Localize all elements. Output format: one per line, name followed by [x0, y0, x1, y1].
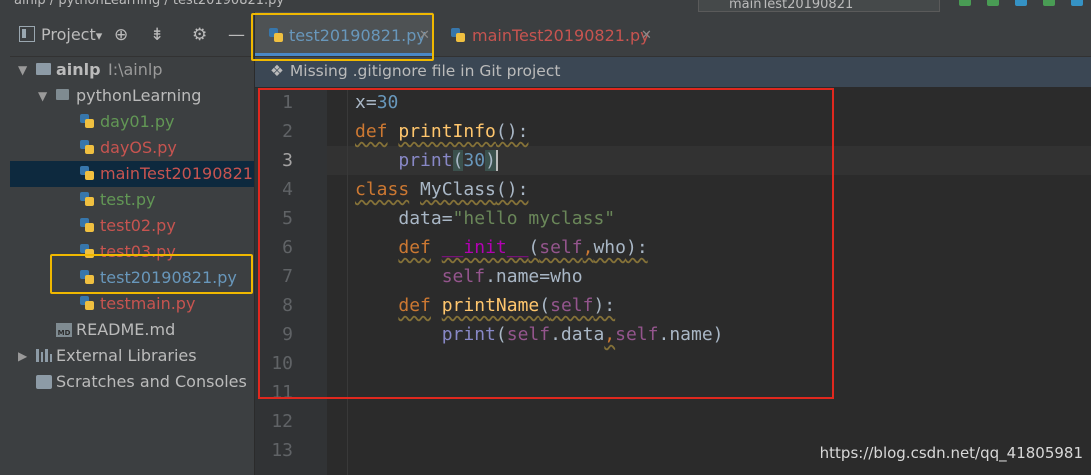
- git-diamond-icon: ❖: [270, 62, 284, 80]
- debug-icon[interactable]: [987, 0, 999, 6]
- markdown-file-icon: MD: [56, 323, 72, 337]
- tree-item-label: mainTest20190821.py: [100, 164, 254, 183]
- chevron-down-icon[interactable]: ▼: [38, 83, 47, 109]
- watermark: https://blog.csdn.net/qq_41805981: [819, 444, 1083, 462]
- folder-path: I:\ainlp: [108, 60, 163, 79]
- tree-item-label: day01.py: [100, 112, 175, 131]
- chevron-down-icon[interactable]: ▼: [18, 57, 27, 83]
- tree-item-label: testmain.py: [100, 294, 196, 313]
- python-file-icon: [80, 218, 94, 232]
- profile-icon[interactable]: [1043, 0, 1055, 6]
- library-icon: [36, 349, 52, 362]
- chevron-right-icon[interactable]: ▶: [18, 343, 27, 369]
- tree-item-maintest20190821-py[interactable]: mainTest20190821.py: [10, 161, 254, 187]
- tree-item-external-libraries[interactable]: ▶ External Libraries: [10, 343, 254, 369]
- gitignore-notification[interactable]: ❖ Missing .gitignore file in Git project: [255, 57, 1091, 87]
- notification-text: Missing .gitignore file in Git project: [289, 62, 561, 80]
- close-icon[interactable]: ✕: [641, 12, 652, 60]
- tree-item-test02-py[interactable]: test02.py: [10, 213, 254, 239]
- tree-item-readme-md[interactable]: MD README.md: [10, 317, 254, 343]
- project-tree: ▼ ainlp I:\ainlp ▼ pythonLearning day01.py day…: [10, 57, 254, 395]
- target-icon[interactable]: ⊕: [114, 25, 128, 45]
- run-config-selector[interactable]: mainTest20190821: [698, 0, 940, 12]
- coverage-icon[interactable]: [1015, 0, 1027, 6]
- collapse-icon[interactable]: ⇟: [150, 25, 164, 45]
- python-file-icon: [80, 192, 94, 206]
- minimize-icon[interactable]: —: [228, 25, 245, 45]
- concurrency-icon[interactable]: [1071, 0, 1083, 6]
- python-file-icon: [80, 114, 94, 128]
- python-file-icon: [451, 28, 465, 42]
- tree-item-label: ainlp: [56, 60, 101, 79]
- run-icon[interactable]: [959, 0, 971, 6]
- tree-item-testmain-py[interactable]: testmain.py: [10, 291, 254, 317]
- python-file-icon: [80, 140, 94, 154]
- python-file-icon: [80, 166, 94, 180]
- file-highlight-box: [50, 254, 253, 294]
- folder-icon: [56, 89, 69, 100]
- tree-item-label: External Libraries: [56, 346, 197, 365]
- project-panel: Project▾ ⊕ ⇟ ⚙ — ▼ ainlp I:\ainlp ▼ pythonLe…: [10, 12, 254, 475]
- scratches-icon: [36, 375, 52, 389]
- gear-icon[interactable]: ⚙: [192, 25, 207, 45]
- tree-item-label: pythonLearning: [76, 86, 202, 105]
- tree-item-label: README.md: [76, 320, 176, 339]
- tree-item-pythonlearning[interactable]: ▼ pythonLearning: [10, 83, 254, 109]
- project-toolbar: Project▾ ⊕ ⇟ ⚙ —: [10, 12, 254, 57]
- chevron-down-icon: ▾: [95, 28, 103, 44]
- tree-item-label: dayOS.py: [100, 138, 177, 157]
- tab-highlight-box: [251, 13, 434, 61]
- tree-item-dayos-py[interactable]: dayOS.py: [10, 135, 254, 161]
- run-toolbar: [959, 0, 1083, 6]
- tree-item-ainlp[interactable]: ▼ ainlp I:\ainlp: [10, 57, 254, 83]
- breadcrumb[interactable]: ainlp / pythonLearning / test20190821.py: [14, 0, 284, 8]
- tree-item-test-py[interactable]: test.py: [10, 187, 254, 213]
- project-icon: [19, 26, 35, 42]
- tree-item-day01-py[interactable]: day01.py: [10, 109, 254, 135]
- tab-label: mainTest20190821.py: [472, 26, 650, 45]
- tree-item-label: test.py: [100, 190, 156, 209]
- folder-icon: [36, 63, 51, 75]
- line-number: 13: [271, 440, 293, 461]
- line-number: 12: [271, 411, 293, 432]
- project-view-selector[interactable]: Project▾: [41, 25, 102, 44]
- python-file-icon: [80, 296, 94, 310]
- tab-maintest20190821[interactable]: mainTest20190821.py ✕: [441, 12, 671, 56]
- code-highlight-box: [258, 88, 834, 399]
- tree-item-scratches-and-consoles[interactable]: Scratches and Consoles: [10, 369, 254, 395]
- tree-item-label: test02.py: [100, 216, 176, 235]
- tree-item-label: Scratches and Consoles: [56, 372, 247, 391]
